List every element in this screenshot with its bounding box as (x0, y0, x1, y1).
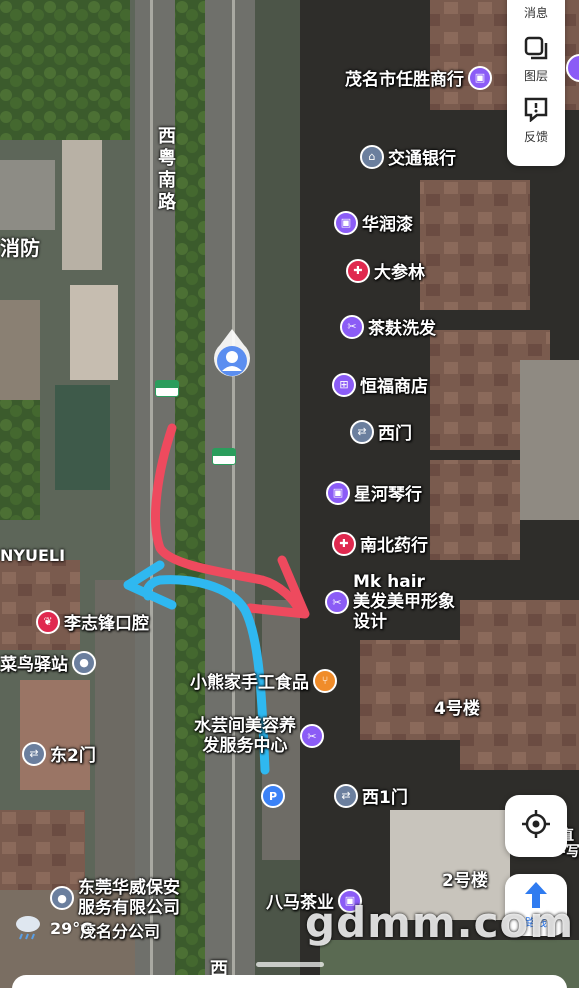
scissors-icon: ✂ (300, 724, 324, 748)
poi-shuiyun[interactable]: 水芸间美容养 发服务中心 ✂ (194, 716, 324, 756)
poi-label: 菜鸟驿站 (0, 655, 68, 675)
layers-label: 图层 (523, 69, 548, 83)
layers-icon (523, 35, 549, 65)
sheet-handle[interactable] (256, 962, 324, 967)
poi-label: 大参林 (374, 263, 425, 283)
poi-dong2men[interactable]: ⇄ 东2门 (22, 741, 96, 766)
area-label-xiaofang: 消防 (0, 236, 40, 260)
poi-label: 2号楼 (442, 871, 488, 891)
bus-stop-icon[interactable] (212, 448, 236, 465)
poi-label: 茂名市任胜商行 (345, 70, 464, 90)
road-label-xiyue: 西粤南路 (158, 126, 176, 213)
poi-nanbei[interactable]: ✚ 南北药行 (332, 531, 428, 556)
poi-dashen[interactable]: ✚ 大参林 (346, 258, 425, 283)
gate-icon: ⇄ (350, 419, 374, 444)
poi-huarun[interactable]: ▣ 华润漆 (334, 210, 413, 235)
poi-label: 华润漆 (362, 215, 413, 235)
poi-building2[interactable]: 2号楼 (442, 866, 488, 891)
poi-lizhifeng[interactable]: ❦ 李志锋口腔 (36, 609, 149, 634)
location-pin-icon: ● (72, 650, 96, 675)
shop-icon: ▣ (334, 210, 358, 235)
poi-label: 南北药行 (360, 536, 428, 556)
map-toolbar: 消息 图层 反馈 (507, 0, 565, 166)
locate-me-button[interactable] (505, 795, 567, 857)
poi-xi1men[interactable]: ⇄ 西1门 (334, 783, 408, 808)
poi-label: 李志锋口腔 (64, 614, 149, 634)
location-pin-icon: ● (50, 886, 74, 910)
watermark: gdmm.com (305, 898, 575, 947)
current-location-marker[interactable] (209, 327, 255, 385)
bank-icon: ⌂ (360, 144, 384, 169)
poi-parking[interactable]: P (261, 784, 285, 808)
area-label-yueli: NYUELI (0, 546, 66, 565)
poi-chafu[interactable]: ✂ 茶麸洗发 (340, 314, 436, 339)
feedback-button[interactable]: 反馈 (514, 96, 558, 145)
shop-icon: ▣ (326, 480, 350, 505)
poi-label: 恒福商店 (360, 377, 428, 397)
feedback-icon (523, 96, 549, 126)
weather-temperature: 29°C (50, 918, 93, 938)
poi-label: 交通银行 (388, 149, 456, 169)
shop-icon: ▣ (468, 65, 492, 90)
poi-label: 西门 (378, 424, 412, 444)
poi-cainiao[interactable]: 菜鸟驿站 ● (0, 650, 96, 675)
poi-hengfu[interactable]: ⊞ 恒福商店 (332, 372, 428, 397)
poi-building4[interactable]: 4号楼 (434, 694, 480, 719)
poi-label: 西1门 (362, 788, 408, 808)
poi-label: Mk hair 美发美甲形象 设计 (353, 572, 455, 632)
poi-label: 东莞华威保安 服务有限公司 (78, 878, 180, 918)
poi-ximen[interactable]: ⇄ 西门 (350, 419, 412, 444)
crosshair-icon (521, 809, 551, 843)
feedback-label: 反馈 (523, 130, 548, 144)
poi-label: 小熊家手工食品 (190, 673, 309, 693)
pharmacy-icon: ✚ (346, 258, 370, 283)
message-button[interactable]: 消息 (514, 2, 558, 21)
scissors-icon: ✂ (340, 314, 364, 339)
poi-renSheng[interactable]: 茂名市任胜商行 ▣ (345, 65, 492, 90)
pharmacy-icon: ✚ (332, 531, 356, 556)
satellite-map[interactable]: 西粤南路 西 消防 NYUELI 茂名市任胜商行 ▣ ⌂ 交通银行 ▣ 华润漆 … (0, 0, 579, 988)
bottom-sheet[interactable] (12, 975, 567, 988)
poi-label: 茶麸洗发 (368, 319, 436, 339)
tooth-icon: ❦ (36, 609, 60, 634)
poi-xiaoxiong[interactable]: 小熊家手工食品 ⑂ (190, 668, 337, 693)
message-label: 消息 (523, 6, 548, 20)
parking-icon: P (261, 784, 285, 808)
food-icon: ⑂ (313, 668, 337, 693)
route-overlay (123, 423, 310, 775)
poi-mkhair[interactable]: ✂ Mk hair 美发美甲形象 设计 (325, 572, 455, 632)
poi-label: 水芸间美容养 发服务中心 (194, 716, 296, 756)
layers-button[interactable]: 图层 (514, 35, 558, 84)
cloud-rain-icon (12, 912, 44, 944)
gate-icon: ⇄ (22, 741, 46, 766)
poi-bank[interactable]: ⌂ 交通银行 (360, 144, 456, 169)
bus-stop-icon[interactable] (155, 380, 179, 397)
shopping-cart-icon: ⊞ (332, 372, 356, 397)
gate-icon: ⇄ (334, 783, 358, 808)
poi-label: 东2门 (50, 746, 96, 766)
weather-widget[interactable]: 29°C (12, 912, 92, 944)
poi-label: 4号楼 (434, 699, 480, 719)
scissors-icon: ✂ (325, 590, 349, 614)
poi-label: 星河琴行 (354, 485, 422, 505)
poi-xinghe[interactable]: ▣ 星河琴行 (326, 480, 422, 505)
